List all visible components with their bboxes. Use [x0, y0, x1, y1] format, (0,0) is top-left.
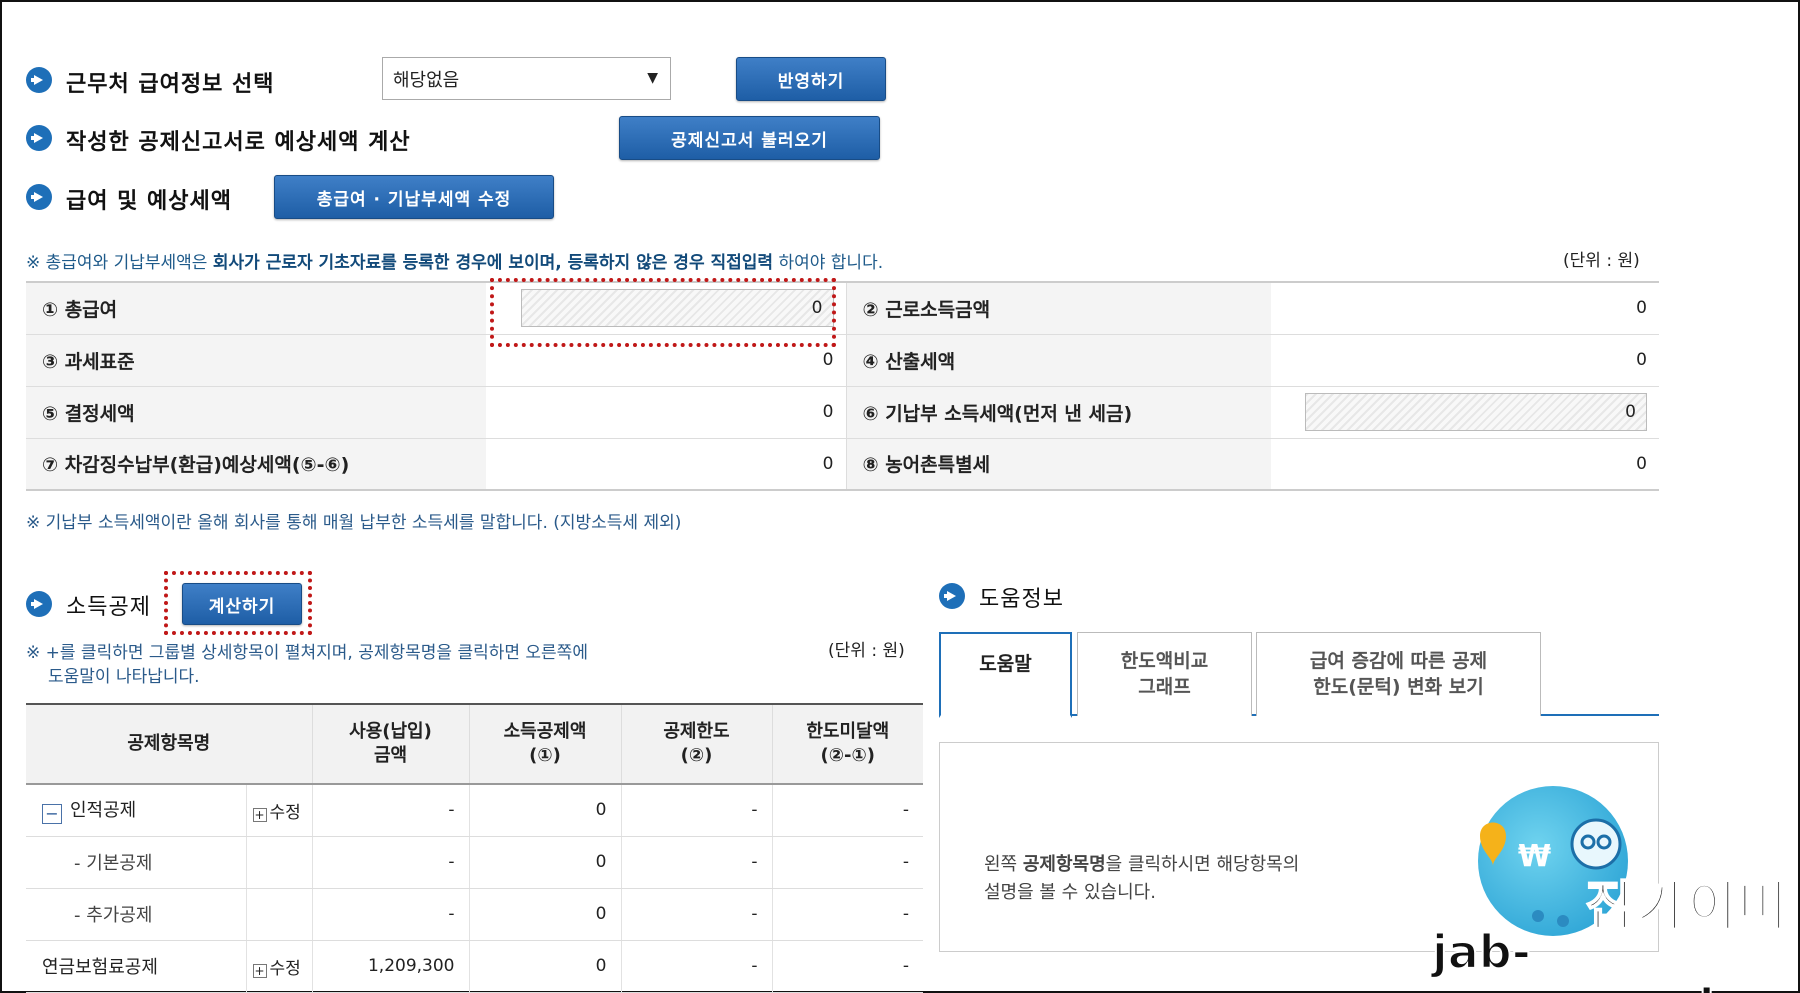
arrow-bullet-icon [26, 591, 52, 617]
col-header-deduction: 소득공제액 (①) [468, 704, 621, 785]
edit-cell-empty [245, 888, 312, 941]
salary-notice: ※ 총급여와 기납부세액은 회사가 근로자 기초자료를 등록한 경우에 보이며,… [26, 248, 883, 273]
help-text-bold: 공제항목명 [1022, 854, 1106, 875]
load-report-button[interactable]: 공제신고서 불러오기 [619, 116, 880, 160]
deduction-unit-label: (단위 : 원) [828, 641, 905, 661]
help-title: 도움정보 [979, 587, 1064, 612]
highlight-box [164, 571, 312, 635]
table-row: ⑤ 결정세액 0 ⑥ 기납부 소득세액(먼저 낸 세금) 0 [26, 386, 1659, 439]
notice-suffix: 하여야 합니다. [773, 253, 884, 273]
help-text: 왼쪽 공제항목명을 클릭하시면 해당항목의 설명을 볼 수 있습니다. [984, 851, 1299, 907]
deduction-item-name[interactable]: - 추가공제 [26, 888, 246, 941]
deduction-table: 공제항목명 사용(납입) 금액 소득공제액 (①) 공제한도 (②) 한도미달액… [26, 703, 923, 993]
svg-text:₩: ₩ [1518, 839, 1551, 874]
table-header-row: 공제항목명 사용(납입) 금액 소득공제액 (①) 공제한도 (②) 한도미달액… [26, 704, 923, 785]
arrow-bullet-icon [26, 67, 52, 93]
table-row: 연금보험료공제 + 수정 1,209,300 0 - - [26, 940, 923, 993]
deduction-amount: 0 [468, 888, 621, 941]
tab-threshold-change[interactable]: 급여 증감에 따른 공제 한도(문턱) 변화 보기 [1256, 632, 1541, 716]
edit-salary-button[interactable]: 총급여 · 기납부세액 수정 [274, 175, 554, 219]
collapse-icon[interactable]: − [42, 804, 62, 825]
deduction-limit: - [620, 784, 772, 837]
shortfall-amount: - [771, 784, 923, 837]
tab-limit-graph[interactable]: 한도액비교 그래프 [1077, 632, 1252, 716]
prepaid-footnote: ※ 기납부 소득세액이란 올해 회사를 통해 매월 납부한 소득세를 말합니다.… [26, 513, 682, 533]
apply-button[interactable]: 반영하기 [736, 57, 886, 101]
edit-label: 수정 [269, 958, 301, 979]
deduction-limit: - [620, 940, 772, 993]
help-text-line2: 설명을 볼 수 있습니다. [984, 881, 1156, 903]
used-amount: 1,209,300 [311, 940, 469, 993]
col-header-item: 공제항목명 [26, 704, 312, 785]
table-row: − 인적공제 + 수정 - 0 - - [26, 784, 923, 837]
col-header-shortfall: 한도미달액 (②-①) [771, 704, 923, 785]
notice-bold: 회사가 근로자 기초자료를 등록한 경우에 보이며, 등록하지 않은 경우 직접… [212, 253, 774, 273]
col-header-used: 사용(납입) 금액 [311, 704, 469, 785]
table-row: - 기본공제 - 0 - - [26, 836, 923, 889]
summary-value: 0 [486, 386, 846, 439]
shortfall-amount: - [771, 888, 923, 941]
item-label: 인적공제 [70, 800, 137, 822]
plus-icon: + [252, 963, 267, 978]
tab-help[interactable]: 도움말 [939, 632, 1072, 718]
edit-link[interactable]: + 수정 [245, 940, 312, 993]
table-row: ① 총급여 0 ② 근로소득금액 0 [26, 282, 1659, 335]
workplace-select[interactable]: 해당없음 ▼ [382, 57, 671, 100]
summary-value: 0 [1271, 334, 1659, 387]
help-text-pre: 왼쪽 [984, 854, 1023, 875]
used-amount: - [311, 784, 469, 837]
workplace-label: 근무처 급여정보 선택 [66, 72, 275, 97]
prepaid-tax-input[interactable]: 0 [1305, 393, 1647, 431]
table-row: ⑦ 차감징수납부(환급)예상세액(⑤-⑥) 0 ⑧ 농어촌특별세 0 [26, 438, 1659, 491]
table-row: - 추가공제 - 0 - - [26, 888, 923, 941]
help-tabs: 도움말 한도액비교 그래프 급여 증감에 따른 공제 한도(문턱) 변화 보기 [939, 632, 1659, 718]
summary-label: ③ 과세표준 [26, 334, 486, 387]
deduction-limit: - [620, 888, 772, 941]
deduction-limit: - [620, 836, 772, 889]
arrow-bullet-icon [939, 583, 965, 609]
deduction-amount: 0 [468, 784, 621, 837]
summary-label: ⑤ 결정세액 [26, 386, 486, 439]
dropdown-arrow-icon: ▼ [647, 70, 658, 86]
edit-link[interactable]: + 수정 [245, 784, 312, 837]
prepaid-tax-cell: 0 [1271, 386, 1659, 439]
deduction-item-name[interactable]: − 인적공제 [26, 784, 246, 837]
edit-label: 수정 [269, 802, 301, 823]
edit-cell-empty [245, 836, 312, 889]
watermark-url: jab-guyver.co.kr [1431, 924, 1753, 993]
used-amount: - [311, 836, 469, 889]
summary-value: 0 [1271, 282, 1659, 335]
notice-prefix: ※ 총급여와 기납부세액은 [26, 253, 213, 273]
summary-value: 0 [486, 438, 846, 491]
deduction-item-name[interactable]: 연금보험료공제 [26, 940, 246, 993]
shortfall-amount: - [771, 940, 923, 993]
summary-label: ② 근로소득금액 [845, 282, 1271, 335]
deduction-amount: 0 [468, 836, 621, 889]
help-text-post: 을 클릭하시면 해당항목의 [1105, 854, 1300, 875]
arrow-bullet-icon [26, 125, 52, 151]
salary-tax-label: 급여 및 예상세액 [66, 189, 232, 214]
summary-label: ④ 산출세액 [845, 334, 1271, 387]
summary-label: ⑥ 기납부 소득세액(먼저 낸 세금) [845, 386, 1271, 439]
summary-label: ⑧ 농어촌특별세 [845, 438, 1271, 491]
workplace-select-value: 해당없음 [393, 69, 460, 91]
deduction-note-line2: 도움말이 나타납니다. [48, 667, 200, 687]
unit-label: (단위 : 원) [1563, 251, 1640, 271]
tax-summary-table: ① 총급여 0 ② 근로소득금액 0 ③ 과세표준 0 ④ 산출세액 0 ⑤ 결… [26, 281, 1659, 491]
summary-label: ① 총급여 [26, 282, 486, 335]
col-header-limit: 공제한도 (②) [620, 704, 772, 785]
calc-by-report-label: 작성한 공제신고서로 예상세액 계산 [66, 130, 411, 155]
summary-label: ⑦ 차감징수납부(환급)예상세액(⑤-⑥) [26, 438, 486, 491]
table-row: ③ 과세표준 0 ④ 산출세액 0 [26, 334, 1659, 387]
arrow-bullet-icon [26, 184, 52, 210]
shortfall-amount: - [771, 836, 923, 889]
summary-value: 0 [1271, 438, 1659, 491]
plus-icon: + [252, 807, 267, 822]
deduction-note-line1: ※ +를 클릭하면 그룹별 상세항목이 펼쳐지며, 공제항목명을 클릭하면 오른… [26, 643, 588, 663]
deduction-item-name[interactable]: - 기본공제 [26, 836, 246, 889]
deduction-amount: 0 [468, 940, 621, 993]
used-amount: - [311, 888, 469, 941]
highlight-box [490, 278, 836, 347]
deduction-title: 소득공제 [66, 595, 151, 620]
